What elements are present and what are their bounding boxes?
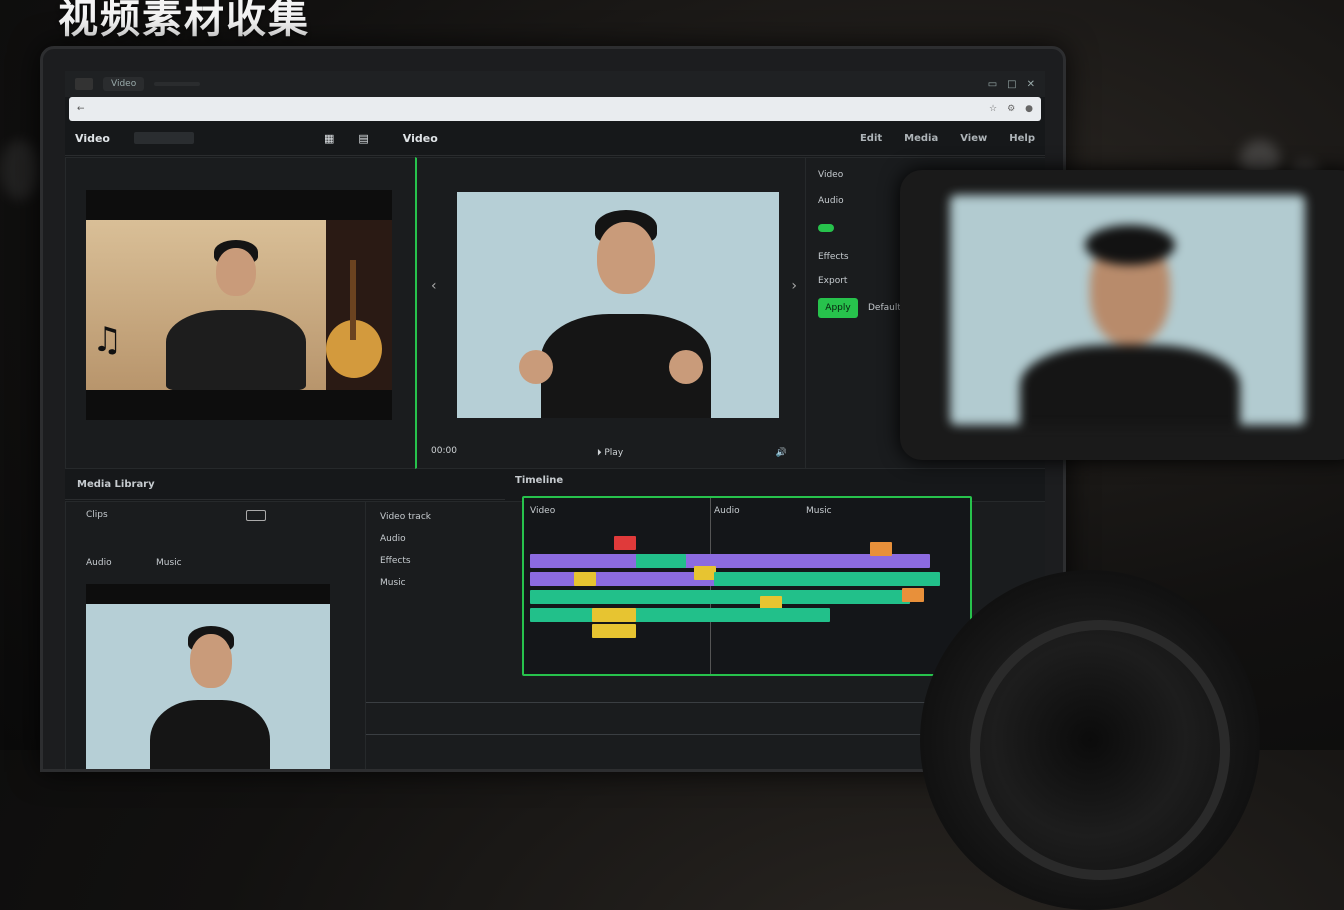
properties-item[interactable]: Audio (818, 196, 844, 206)
menu-edit[interactable]: Edit (860, 133, 882, 144)
properties-item[interactable]: Video (818, 170, 843, 180)
program-panel: ‹ › 00:00 ⏵ Play 🔊 (415, 157, 808, 469)
back-icon[interactable]: ← (77, 104, 85, 114)
grid-icon[interactable]: ▦ (324, 132, 334, 145)
minimize-icon[interactable]: ▭ (988, 79, 997, 90)
profile-icon[interactable]: ● (1025, 104, 1033, 114)
program-timecode: 00:00 (431, 446, 457, 456)
track-label: Audio (380, 534, 406, 544)
source-panel: ♫ (65, 157, 417, 469)
menu-media[interactable]: Media (904, 133, 938, 144)
timeline-clip[interactable] (636, 554, 686, 568)
presenter-figure (126, 626, 286, 769)
close-icon[interactable]: ✕ (1027, 79, 1035, 90)
play-label: Play (604, 448, 624, 458)
star-icon[interactable]: ☆ (989, 104, 997, 114)
source-video[interactable]: ♫ (86, 190, 392, 420)
timeline-clip[interactable] (530, 554, 930, 568)
media-thumbnail[interactable] (86, 584, 330, 769)
timeline-clip[interactable] (592, 608, 636, 622)
browser-tab-2[interactable] (154, 82, 201, 86)
settings-icon[interactable]: ⚙ (1007, 104, 1015, 114)
properties-item[interactable]: Effects (818, 252, 849, 262)
media-panel-title: Media Library (77, 479, 155, 490)
media-item[interactable]: Audio (86, 558, 112, 568)
track-label: Video track (380, 512, 431, 522)
media-panel: Clips Audio Music (65, 501, 367, 769)
chevron-left-icon[interactable]: ‹ (431, 278, 437, 294)
play-button[interactable]: ⏵ Play (597, 448, 623, 458)
toggle-switch[interactable] (818, 224, 834, 232)
chevron-right-icon[interactable]: › (791, 278, 797, 294)
timeline-header-title: Timeline (515, 475, 564, 486)
presenter-figure (519, 210, 719, 418)
track-label: Music (380, 578, 406, 588)
volume-icon[interactable]: 🔊 (776, 448, 787, 458)
timeline-clip[interactable] (574, 572, 596, 586)
timeline-clip[interactable] (592, 624, 636, 638)
layers-icon[interactable]: ▤ (358, 132, 368, 145)
camera-lens-ring (970, 620, 1230, 880)
media-panel-header: Media Library Timeline (65, 471, 563, 500)
timeline-header-label: Music (806, 506, 832, 516)
timeline-clip[interactable] (530, 608, 830, 622)
headline-title: 视频素材收集 (58, 0, 310, 42)
timeline-header-label: Audio (714, 506, 740, 516)
presenter-figure (166, 240, 306, 390)
search-field[interactable] (133, 132, 194, 144)
app-titlebar: Video ▭ □ ✕ (65, 71, 1045, 97)
menu-view[interactable]: View (960, 133, 987, 144)
bokeh-light (0, 140, 40, 200)
track-label: Effects (380, 556, 411, 566)
music-note-icon: ♫ (92, 320, 123, 360)
media-toggle[interactable] (246, 510, 266, 521)
camera-viewfinder (950, 195, 1305, 425)
program-video[interactable] (457, 192, 779, 418)
timeline-clip[interactable] (614, 536, 636, 550)
timeline-header-label: Video (530, 506, 556, 516)
url-bar[interactable]: ← ☆ ⚙ ● (69, 97, 1041, 121)
properties-item[interactable]: Export (818, 276, 847, 286)
timeline-clip[interactable] (694, 566, 716, 580)
apply-button[interactable]: Apply (818, 298, 858, 318)
media-item[interactable]: Clips (86, 510, 108, 520)
maximize-icon[interactable]: □ (1007, 79, 1016, 90)
camera (880, 150, 1344, 910)
playhead-line (710, 498, 711, 674)
menu-icon[interactable] (75, 78, 93, 90)
app-label: Video (75, 131, 110, 145)
program-title: Video (402, 131, 438, 145)
timeline-clip[interactable] (530, 590, 910, 604)
media-item[interactable]: Music (156, 558, 182, 568)
menu-help[interactable]: Help (1009, 133, 1035, 144)
browser-tab[interactable]: Video (103, 77, 145, 91)
